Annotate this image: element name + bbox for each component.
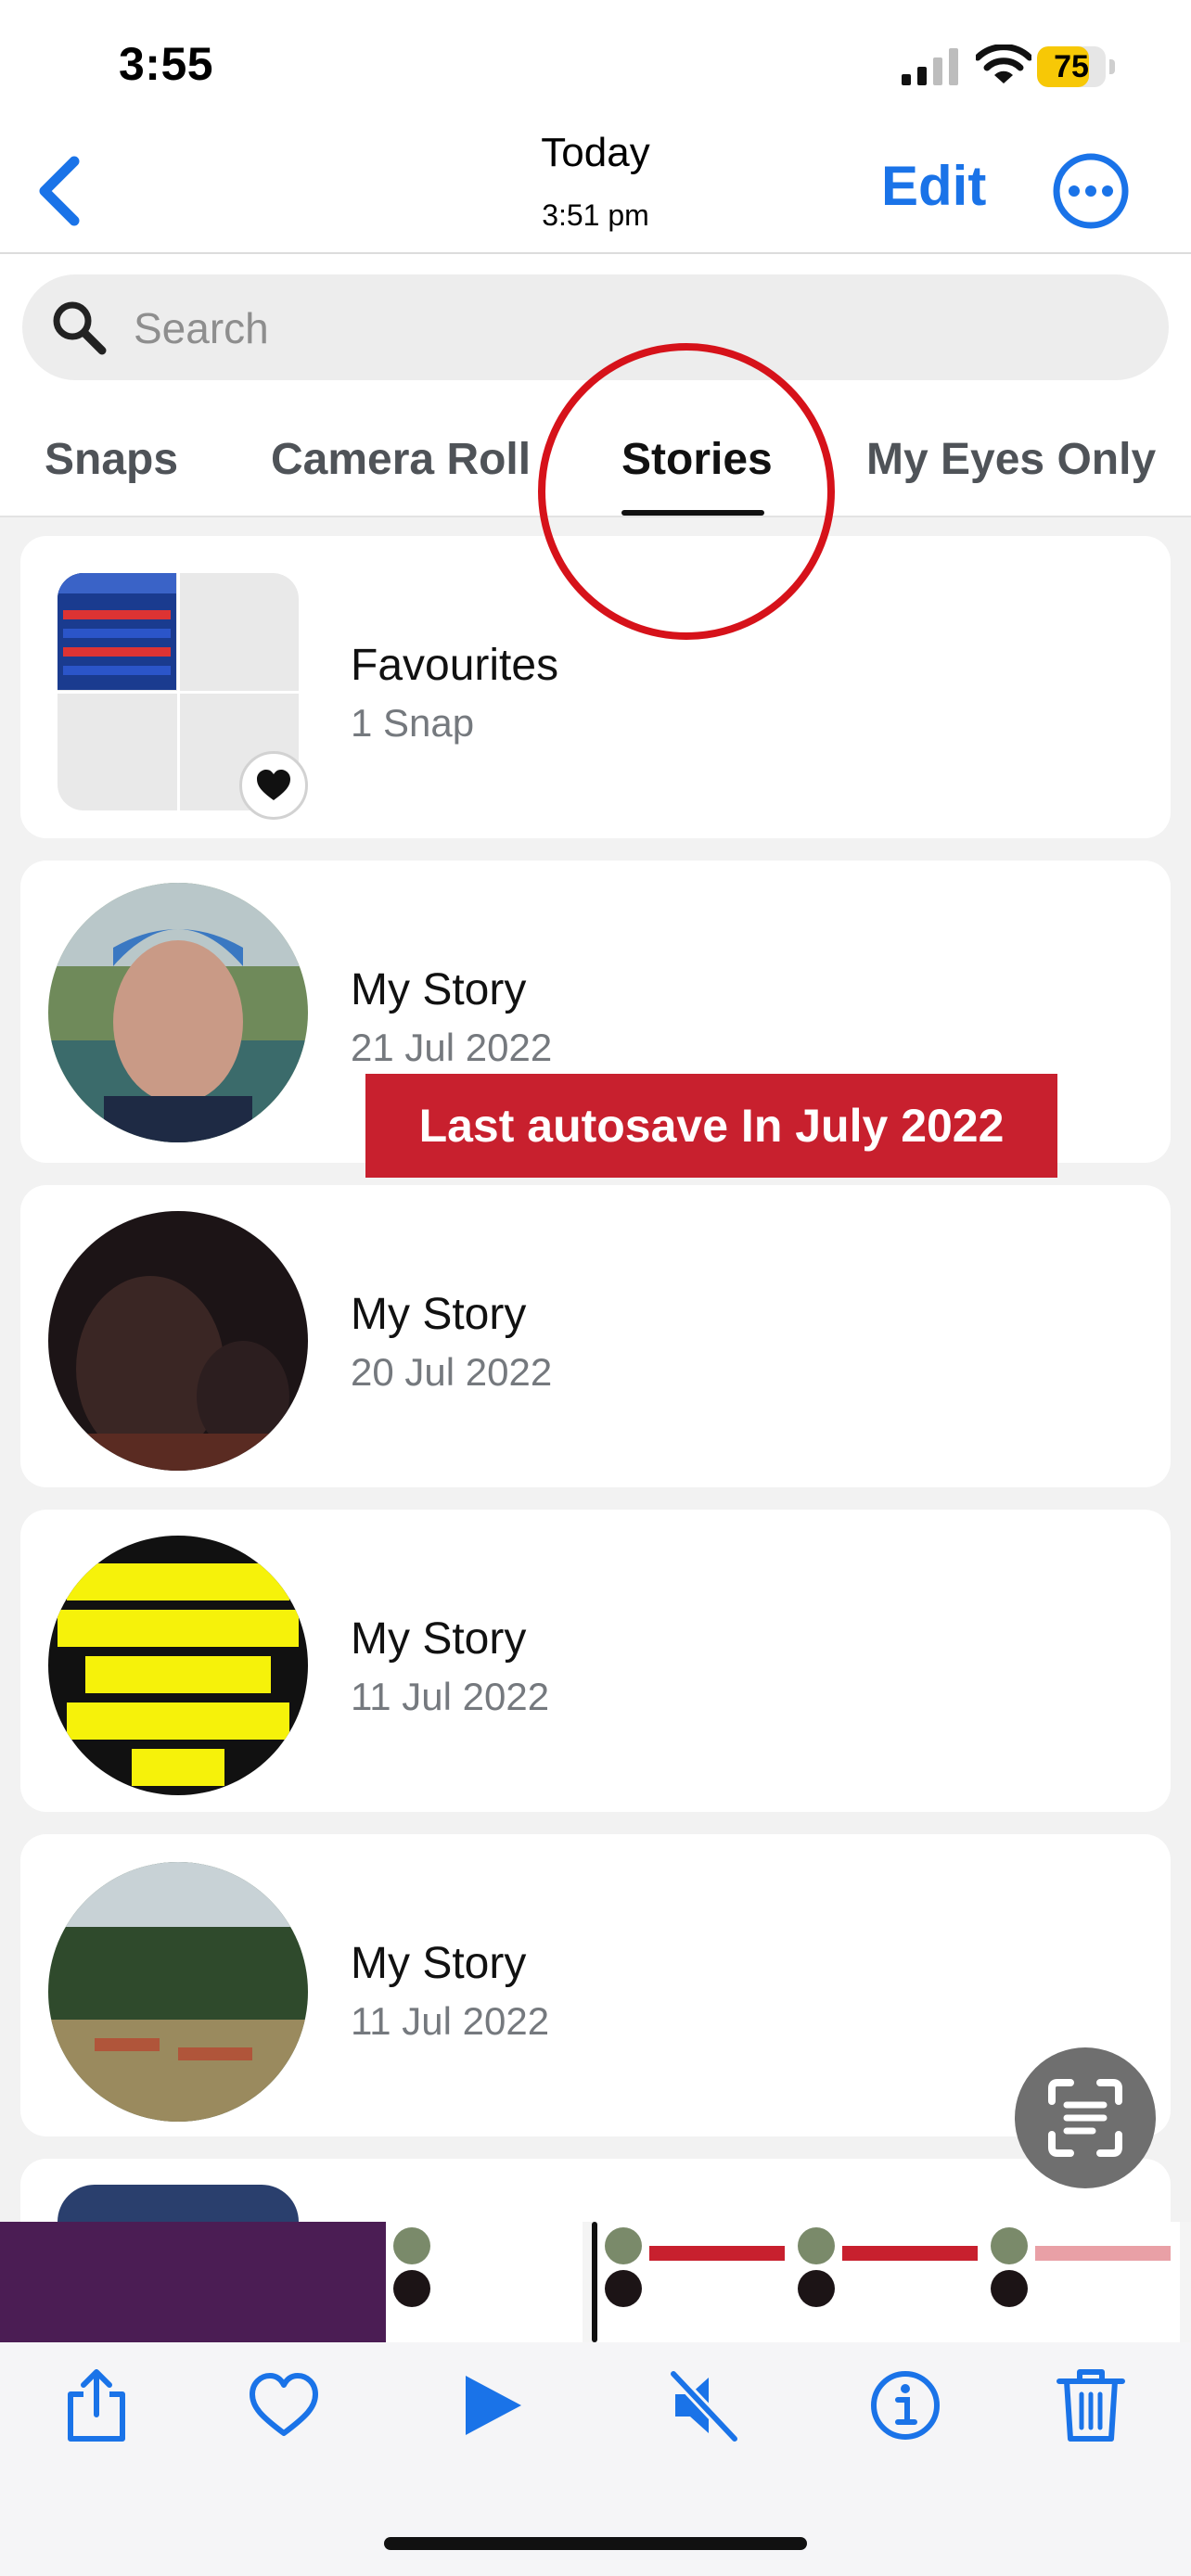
story-thumbnail (48, 1536, 308, 1795)
nav-subtitle: 3:51 pm (542, 198, 649, 232)
list-item-subtitle: 11 Jul 2022 (351, 1675, 550, 1718)
autosave-banner: Last autosave In July 2022 (365, 1074, 1057, 1178)
scrubber-handle[interactable] (592, 2222, 597, 2342)
nav-divider (0, 252, 1191, 254)
cellular-signal-icon (902, 48, 958, 85)
scrubber-frame[interactable] (193, 2222, 390, 2342)
info-icon[interactable] (868, 2366, 942, 2444)
search-icon (53, 301, 107, 355)
list-item-subtitle: 21 Jul 2022 (351, 1026, 553, 1069)
scrubber-frame[interactable] (0, 2222, 197, 2342)
list-item-title: Favourites (351, 641, 559, 690)
tab-snaps[interactable]: Snaps (45, 434, 178, 485)
play-icon[interactable] (455, 2366, 529, 2444)
share-icon[interactable] (59, 2366, 134, 2444)
list-item-subtitle: 20 Jul 2022 (351, 1350, 553, 1394)
heart-icon[interactable] (247, 2366, 321, 2444)
list-item-title: My Story (351, 965, 527, 1014)
home-indicator (384, 2537, 807, 2550)
mute-icon[interactable] (666, 2366, 740, 2444)
battery-indicator: 75 (1037, 46, 1115, 87)
scrubber-frame[interactable] (597, 2222, 794, 2342)
nav-title: Today (541, 130, 650, 175)
scrubber-frame[interactable] (386, 2222, 583, 2342)
scrubber-frame[interactable] (790, 2222, 987, 2342)
favourite-heart-badge (239, 751, 308, 820)
story-thumbnail (48, 883, 308, 1142)
story-thumbnail (48, 1862, 308, 2122)
battery-percent: 75 (1054, 49, 1089, 84)
annotation-circle (538, 343, 835, 640)
wifi-icon (976, 45, 1031, 83)
list-item-title: My Story (351, 1290, 527, 1339)
scan-text-icon (1048, 2079, 1122, 2157)
story-thumbnail (48, 1211, 308, 1471)
status-time: 3:55 (119, 38, 214, 90)
story-thumbnail (58, 2185, 299, 2222)
list-item-title: My Story (351, 1614, 527, 1664)
list-item-subtitle: 11 Jul 2022 (351, 1999, 550, 2043)
search-bar[interactable] (22, 274, 1169, 380)
chevron-left-icon[interactable] (33, 154, 85, 228)
ellipsis-circle-icon[interactable] (1052, 152, 1130, 230)
tab-camera-roll[interactable]: Camera Roll (271, 434, 531, 485)
heart-icon (257, 770, 290, 800)
tab-my-eyes-only[interactable]: My Eyes Only (866, 434, 1156, 485)
trash-icon[interactable] (1054, 2366, 1128, 2444)
scrubber-frame[interactable] (983, 2222, 1180, 2342)
search-input[interactable] (132, 297, 1137, 360)
list-item-subtitle: 1 Snap (351, 701, 475, 745)
list-item-title: My Story (351, 1939, 527, 1988)
edit-button[interactable]: Edit (881, 154, 986, 218)
scan-text-button[interactable] (1015, 2047, 1156, 2188)
